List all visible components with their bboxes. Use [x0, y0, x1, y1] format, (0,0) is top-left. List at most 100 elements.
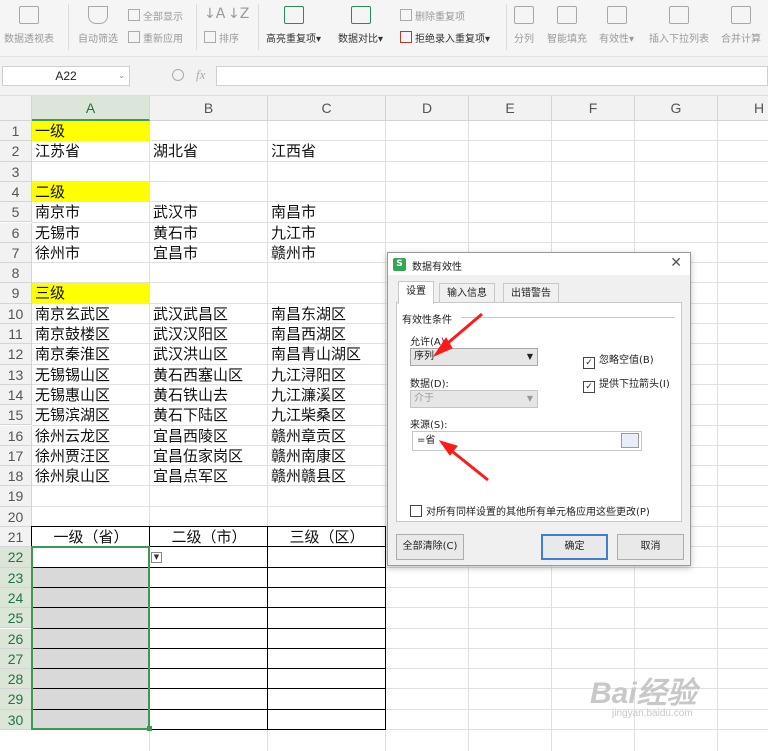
row-header-21[interactable]: 21 [0, 527, 32, 548]
smart-fill-button[interactable]: 智能填充 [547, 6, 587, 45]
column-header-c[interactable]: C [268, 96, 386, 121]
cell-dropdown-icon[interactable]: ▼ [151, 552, 162, 564]
dialog-title-bar[interactable]: S 数据有效性 ✕ [388, 253, 690, 275]
row-header-1[interactable]: 1 [0, 121, 32, 142]
cell-a1[interactable]: 一级 [32, 121, 150, 141]
highlight-duplicates-button[interactable]: 高亮重复项▾ [266, 6, 321, 45]
zoom-icon[interactable] [172, 69, 184, 81]
cell-a13[interactable]: 无锡锡山区 [32, 365, 150, 385]
cell-c7[interactable]: 赣州市 [268, 243, 386, 263]
cell-a16[interactable]: 徐州云龙区 [32, 426, 150, 446]
column-header-g[interactable]: G [635, 96, 718, 121]
sort-button[interactable]: 排序 [204, 30, 239, 45]
row-header-25[interactable]: 25 [0, 608, 32, 629]
row-header-23[interactable]: 23 [0, 567, 32, 588]
row-header-7[interactable]: 7 [0, 242, 32, 264]
reapply-button[interactable]: 重新应用 [128, 30, 183, 45]
row-header-9[interactable]: 9 [0, 283, 32, 304]
auto-filter-button[interactable]: 自动筛选 [78, 6, 118, 45]
cell-a7[interactable]: 徐州市 [32, 243, 150, 263]
allow-select[interactable]: 序列 ▼ [410, 348, 538, 366]
row-header-12[interactable]: 12 [0, 344, 32, 365]
row-header-8[interactable]: 8 [0, 263, 32, 284]
cell-a6[interactable]: 无锡市 [32, 223, 150, 243]
cell-c2[interactable]: 江西省 [268, 141, 386, 161]
cell-b2[interactable]: 湖北省 [150, 141, 268, 161]
tab-settings[interactable]: 设置 [398, 281, 434, 304]
cell-b16[interactable]: 宜昌西陵区 [150, 426, 268, 446]
cell-a10[interactable]: 南京玄武区 [32, 304, 150, 324]
cell-c16[interactable]: 赣州章贡区 [268, 426, 386, 446]
row-header-14[interactable]: 14 [0, 384, 32, 406]
row-header-29[interactable]: 29 [0, 689, 32, 710]
cell-a4[interactable]: 二级 [32, 182, 150, 202]
row-header-30[interactable]: 30 [0, 709, 32, 730]
select-all-corner[interactable] [0, 96, 32, 121]
cell-b5[interactable]: 武汉市 [150, 202, 268, 222]
row-header-2[interactable]: 2 [0, 141, 32, 162]
row-header-18[interactable]: 18 [0, 466, 32, 487]
insert-dropdown-button[interactable]: 插入下拉列表 [649, 6, 709, 45]
row-header-6[interactable]: 6 [0, 222, 32, 243]
cell-a17[interactable]: 徐州贾汪区 [32, 446, 150, 466]
column-header-h[interactable]: H [718, 96, 768, 121]
cell-a5[interactable]: 南京市 [32, 202, 150, 222]
cell-a15[interactable]: 无锡滨湖区 [32, 405, 150, 425]
column-header-a[interactable]: A [32, 96, 150, 121]
row-header-5[interactable]: 5 [0, 202, 32, 223]
cell-b15[interactable]: 黄石下陆区 [150, 405, 268, 425]
ignore-blank-checkbox[interactable]: ✓ 忽略空值(B) [583, 351, 654, 369]
cell-b12[interactable]: 武汉洪山区 [150, 344, 268, 364]
cell-c21[interactable]: 三级（区） [268, 527, 386, 547]
row-header-15[interactable]: 15 [0, 405, 32, 426]
row-header-17[interactable]: 17 [0, 445, 32, 467]
cancel-button[interactable]: 取消 [617, 534, 684, 560]
row-header-27[interactable]: 27 [0, 648, 32, 670]
row-header-26[interactable]: 26 [0, 628, 32, 649]
cell-b7[interactable]: 宜昌市 [150, 243, 268, 263]
name-box[interactable]: A22 ⌄ [2, 66, 130, 86]
cell-a2[interactable]: 江苏省 [32, 141, 150, 161]
cell-c13[interactable]: 九江浔阳区 [268, 365, 386, 385]
sort-desc-icon[interactable]: ↓Z [228, 6, 249, 22]
cell-b11[interactable]: 武汉汉阳区 [150, 324, 268, 344]
pivot-table-button[interactable]: 数据透视表 [4, 6, 54, 45]
column-header-f[interactable]: F [552, 96, 635, 121]
cell-c5[interactable]: 南昌市 [268, 202, 386, 222]
range-picker-icon[interactable] [621, 433, 639, 448]
cell-c17[interactable]: 赣州南康区 [268, 446, 386, 466]
reject-duplicates-button[interactable]: 拒绝录入重复项▾ [400, 30, 490, 45]
row-header-19[interactable]: 19 [0, 486, 32, 507]
show-all-button[interactable]: 全部显示 [128, 8, 183, 23]
dropdown-arrow-checkbox[interactable]: ✓ 提供下拉箭头(I) [583, 375, 670, 393]
cell-b14[interactable]: 黄石铁山去 [150, 385, 268, 405]
cell-b17[interactable]: 宜昌伍家岗区 [150, 446, 268, 466]
cell-b21[interactable]: 二级（市） [150, 527, 268, 547]
row-header-16[interactable]: 16 [0, 425, 32, 446]
cell-b13[interactable]: 黄石西塞山区 [150, 365, 268, 385]
cell-c12[interactable]: 南昌青山湖区 [268, 344, 386, 364]
cell-a21[interactable]: 一级（省） [32, 527, 150, 547]
cell-c18[interactable]: 赣州赣县区 [268, 466, 386, 486]
data-compare-button[interactable]: 数据对比▾ [338, 6, 383, 45]
row-header-13[interactable]: 13 [0, 364, 32, 385]
cell-a11[interactable]: 南京鼓楼区 [32, 324, 150, 344]
row-header-24[interactable]: 24 [0, 587, 32, 609]
cell-b6[interactable]: 黄石市 [150, 223, 268, 243]
cell-c10[interactable]: 南昌东湖区 [268, 304, 386, 324]
row-header-10[interactable]: 10 [0, 303, 32, 324]
column-header-b[interactable]: B [150, 96, 268, 121]
cell-a9[interactable]: 三级 [32, 283, 150, 303]
apply-all-checkbox[interactable]: 对所有同样设置的其他所有单元格应用这些更改(P) [410, 503, 650, 518]
ok-button[interactable]: 确定 [541, 534, 608, 560]
row-header-28[interactable]: 28 [0, 669, 32, 690]
column-header-e[interactable]: E [469, 96, 552, 121]
cell-c6[interactable]: 九江市 [268, 223, 386, 243]
source-input[interactable]: =省 [412, 431, 642, 451]
cell-a14[interactable]: 无锡惠山区 [32, 385, 150, 405]
cell-c14[interactable]: 九江濂溪区 [268, 385, 386, 405]
row-header-11[interactable]: 11 [0, 324, 32, 345]
validation-button[interactable]: 有效性▾ [599, 6, 634, 45]
remove-duplicates-button[interactable]: 删除重复项 [400, 8, 465, 23]
tab-error-alert[interactable]: 出错警告 [503, 283, 559, 304]
